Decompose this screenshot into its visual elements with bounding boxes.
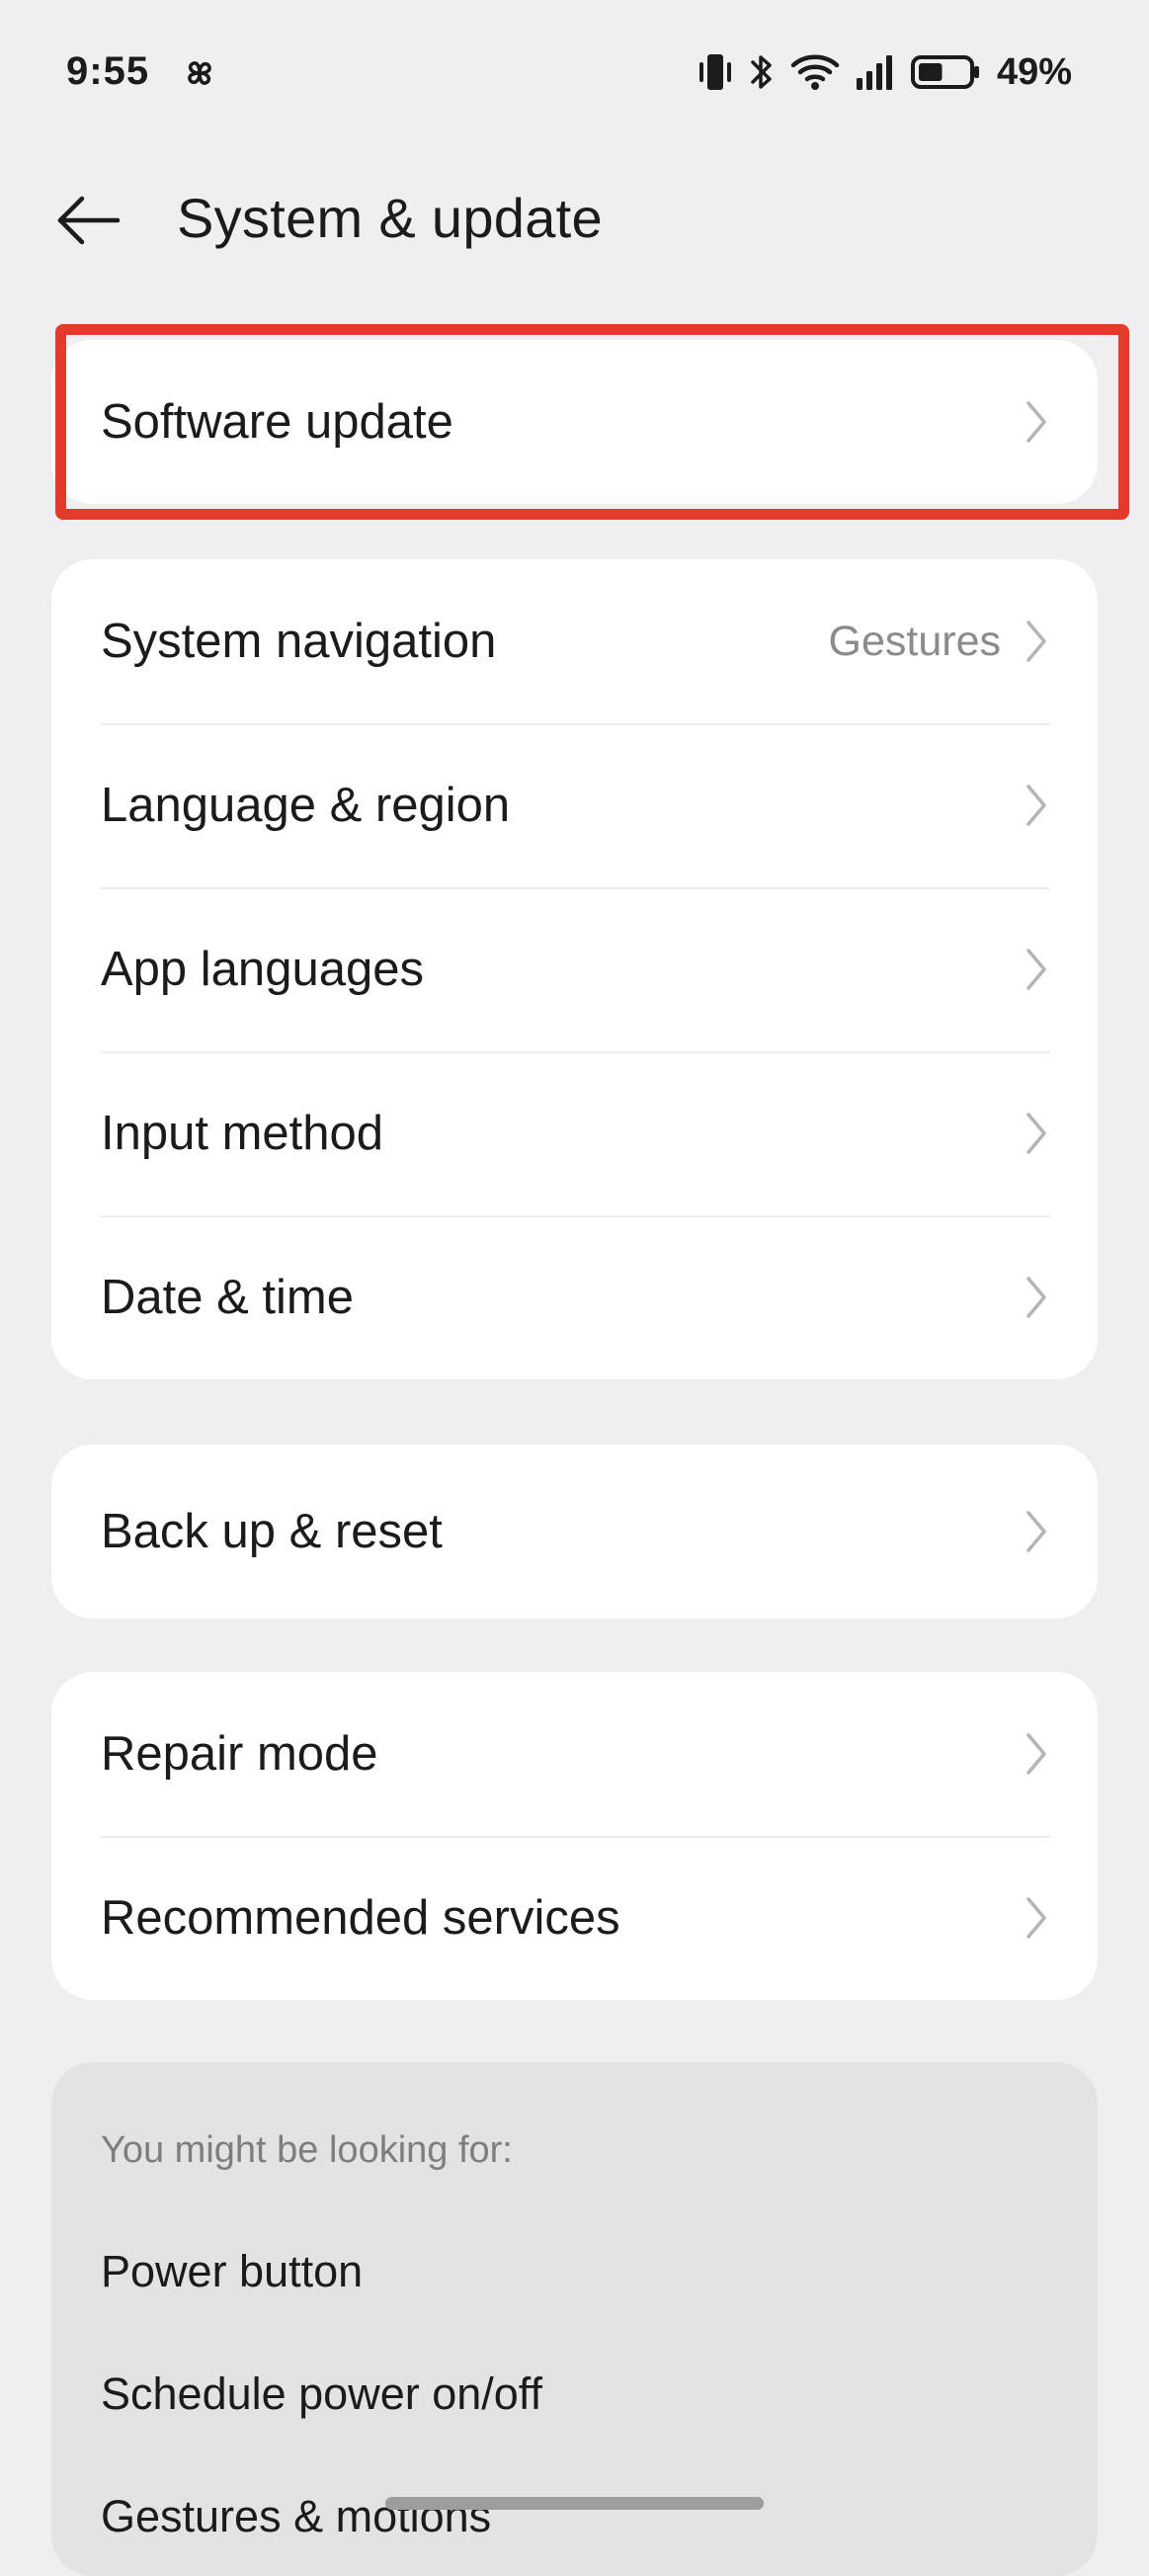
row-label: Date & time bbox=[101, 1271, 354, 1324]
suggestion-item[interactable]: Schedule power on/off bbox=[101, 2368, 542, 2420]
chevron-right-icon bbox=[1023, 617, 1050, 666]
chevron-right-icon bbox=[1023, 781, 1050, 830]
vibrate-icon bbox=[697, 50, 734, 94]
row-value: Gestures bbox=[828, 617, 1001, 665]
home-indicator[interactable] bbox=[385, 2497, 764, 2510]
bluetooth-icon bbox=[748, 50, 776, 94]
repair-mode-row[interactable]: Repair mode bbox=[51, 1672, 1098, 1836]
row-label: Recommended services bbox=[101, 1891, 620, 1945]
back-button[interactable] bbox=[43, 178, 132, 267]
system-navigation-row[interactable]: System navigation Gestures bbox=[51, 559, 1098, 723]
status-icons: 49% bbox=[697, 47, 1072, 97]
language-region-row[interactable]: Language & region bbox=[51, 723, 1098, 887]
app-languages-row[interactable]: App languages bbox=[51, 887, 1098, 1051]
page-title: System & update bbox=[177, 187, 603, 249]
row-label: Input method bbox=[101, 1107, 384, 1160]
chevron-right-icon bbox=[1023, 1273, 1050, 1322]
services-card: Repair mode Recommended services bbox=[51, 1672, 1098, 2000]
row-label: App languages bbox=[101, 943, 424, 996]
signal-icon bbox=[855, 52, 896, 92]
chevron-right-icon bbox=[1023, 1507, 1050, 1556]
input-method-row[interactable]: Input method bbox=[51, 1051, 1098, 1215]
status-time: 9:55 bbox=[66, 49, 150, 93]
back-up-reset-row[interactable]: Back up & reset bbox=[51, 1445, 1098, 1619]
suggestions-title: You might be looking for: bbox=[101, 2129, 513, 2171]
battery-percentage: 49% bbox=[996, 50, 1072, 93]
back-arrow-icon bbox=[52, 191, 123, 255]
row-label: Software update bbox=[101, 395, 453, 449]
chevron-right-icon bbox=[1023, 1893, 1050, 1943]
suggestion-item[interactable]: Power button bbox=[101, 2246, 363, 2297]
recommended-services-row[interactable]: Recommended services bbox=[51, 1836, 1098, 2000]
battery-icon bbox=[910, 52, 981, 92]
date-time-row[interactable]: Date & time bbox=[51, 1215, 1098, 1379]
wifi-icon bbox=[789, 51, 841, 93]
row-label: System navigation bbox=[101, 615, 497, 668]
chevron-right-icon bbox=[1023, 945, 1050, 994]
chevron-right-icon bbox=[1023, 1109, 1050, 1158]
row-label: Language & region bbox=[101, 779, 511, 832]
row-label: Back up & reset bbox=[101, 1505, 443, 1558]
chevron-right-icon bbox=[1023, 397, 1050, 447]
status-bar: 9:55 49% bbox=[0, 0, 1149, 148]
page-header: System & update bbox=[0, 158, 1149, 267]
chevron-right-icon bbox=[1023, 1729, 1050, 1779]
pinwheel-icon bbox=[180, 53, 219, 93]
software-update-card: Software update bbox=[51, 340, 1098, 504]
software-update-row[interactable]: Software update bbox=[51, 340, 1098, 504]
row-label: Repair mode bbox=[101, 1727, 378, 1781]
system-settings-card: System navigation Gestures Language & re… bbox=[51, 559, 1098, 1379]
backup-card: Back up & reset bbox=[51, 1445, 1098, 1619]
